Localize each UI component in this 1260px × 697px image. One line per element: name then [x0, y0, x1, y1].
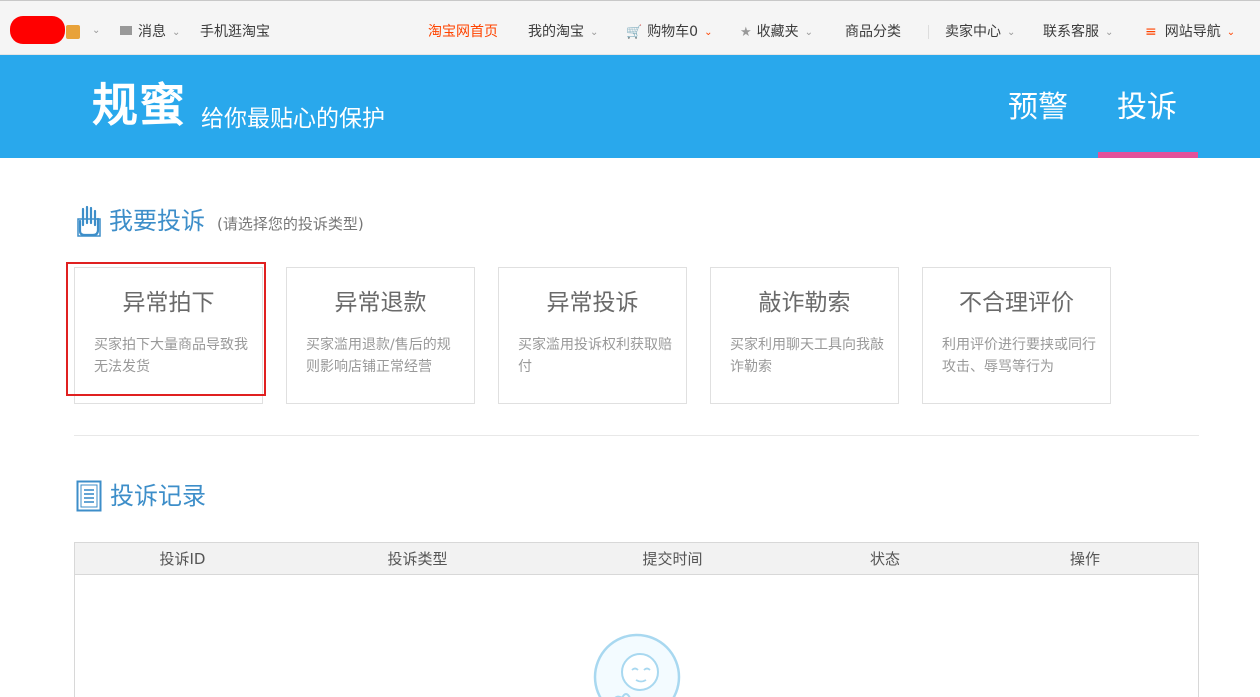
records-table: 投诉ID 投诉类型 提交时间 状态 操作 — [74, 542, 1199, 697]
cart-icon: 🛒 — [626, 25, 643, 40]
column-header-action: 操作 — [1069, 550, 1100, 568]
card-extortion[interactable]: 敲诈勒索 买家利用聊天工具向我敲诈勒索 — [710, 267, 899, 404]
mail-icon — [120, 26, 132, 35]
card-title: 敲诈勒索 — [758, 290, 851, 316]
brand-subtitle: 给你最贴心的保护 — [201, 106, 385, 132]
section-divider — [74, 435, 1199, 436]
chevron-down-icon: ⌄ — [1007, 27, 1016, 38]
seller-center-label: 卖家中心 — [945, 24, 1001, 40]
card-abnormal-complaint[interactable]: 异常投诉 买家滥用投诉权利获取赔付 — [498, 267, 687, 404]
categories-link[interactable]: 商品分类 — [845, 22, 901, 42]
column-header-time: 提交时间 — [642, 550, 703, 568]
complaint-hint: (请选择您的投诉类型) — [217, 214, 364, 233]
user-level-icon — [66, 25, 80, 39]
mobile-taobao-link[interactable]: 手机逛淘宝 — [200, 22, 270, 42]
cart-label: 购物车0 — [647, 24, 699, 40]
column-header-status: 状态 — [869, 550, 900, 568]
column-header-id: 投诉ID — [159, 550, 206, 568]
card-abnormal-order[interactable]: 异常拍下 买家拍下大量商品导致我无法发货 — [74, 267, 263, 404]
customer-service-label: 联系客服 — [1043, 24, 1099, 40]
my-taobao-label: 我的淘宝 — [528, 24, 584, 40]
hand-icon — [77, 205, 101, 237]
column-header-type: 投诉类型 — [387, 550, 448, 568]
card-unreasonable-review[interactable]: 不合理评价 利用评价进行要挟或同行攻击、辱骂等行为 — [922, 267, 1111, 404]
complaint-title: 我要投诉 — [109, 207, 205, 235]
records-section-header: 投诉记录 — [76, 480, 206, 512]
document-icon — [76, 480, 102, 512]
card-title: 异常拍下 — [122, 290, 215, 316]
card-title: 不合理评价 — [959, 290, 1074, 316]
seller-center-link[interactable]: 卖家中心 ⌄ — [945, 22, 1015, 43]
my-taobao-link[interactable]: 我的淘宝 ⌄ — [528, 22, 598, 43]
cart-link[interactable]: 🛒 购物车0 ⌄ — [626, 22, 713, 43]
brand-title: 规蜜 — [92, 78, 186, 132]
redacted-username[interactable] — [10, 16, 65, 44]
empty-state-illustration — [593, 633, 681, 697]
messages-link[interactable]: 消息 ⌄ — [120, 22, 180, 43]
chevron-down-icon: ⌄ — [1105, 27, 1114, 38]
customer-service-link[interactable]: 联系客服 ⌄ — [1043, 22, 1113, 43]
table-header: 投诉ID 投诉类型 提交时间 状态 操作 — [75, 543, 1198, 575]
site-topbar: ⌄ 消息 ⌄ 手机逛淘宝 淘宝网首页 我的淘宝 ⌄ 🛒 购物车0 ⌄ ★ 收藏夹 ⌄ 商品分… — [0, 0, 1260, 55]
card-description: 买家滥用退款/售后的规则影响店铺正常经营 — [306, 337, 451, 375]
card-abnormal-refund[interactable]: 异常退款 买家滥用退款/售后的规则影响店铺正常经营 — [286, 267, 475, 404]
card-description: 买家滥用投诉权利获取赔付 — [518, 337, 672, 375]
star-icon: ★ — [740, 25, 752, 40]
taobao-home-link[interactable]: 淘宝网首页 — [428, 22, 498, 42]
records-title: 投诉记录 — [110, 482, 206, 510]
site-nav-link[interactable]: ≡ 网站导航 ⌄ — [1145, 22, 1235, 43]
card-title: 异常退款 — [334, 290, 427, 316]
chevron-down-icon: ⌄ — [1226, 27, 1236, 38]
active-tab-indicator — [1098, 152, 1198, 158]
chevron-down-icon: ⌄ — [590, 27, 599, 38]
card-description: 买家拍下大量商品导致我无法发货 — [94, 337, 248, 375]
chevron-down-icon[interactable]: ⌄ — [92, 25, 100, 36]
site-nav-label: 网站导航 — [1164, 24, 1221, 40]
tab-warning[interactable]: 预警 — [1008, 88, 1068, 128]
card-description: 利用评价进行要挟或同行攻击、辱骂等行为 — [942, 337, 1096, 375]
menu-icon: ≡ — [1145, 24, 1157, 40]
topbar-divider — [928, 25, 929, 39]
chevron-down-icon: ⌄ — [172, 27, 181, 38]
card-title: 异常投诉 — [546, 290, 639, 316]
messages-label: 消息 — [138, 24, 166, 40]
chevron-down-icon: ⌄ — [804, 27, 814, 38]
card-description: 买家利用聊天工具向我敲诈勒索 — [730, 337, 884, 375]
chevron-down-icon: ⌄ — [704, 27, 713, 38]
complaint-section-header: 我要投诉 (请选择您的投诉类型) — [77, 205, 364, 237]
header-banner: 规蜜 给你最贴心的保护 预警 投诉 — [0, 55, 1260, 158]
tab-complaint[interactable]: 投诉 — [1117, 88, 1177, 128]
favorites-link[interactable]: ★ 收藏夹 ⌄ — [740, 22, 813, 43]
favorites-label: 收藏夹 — [756, 24, 799, 40]
